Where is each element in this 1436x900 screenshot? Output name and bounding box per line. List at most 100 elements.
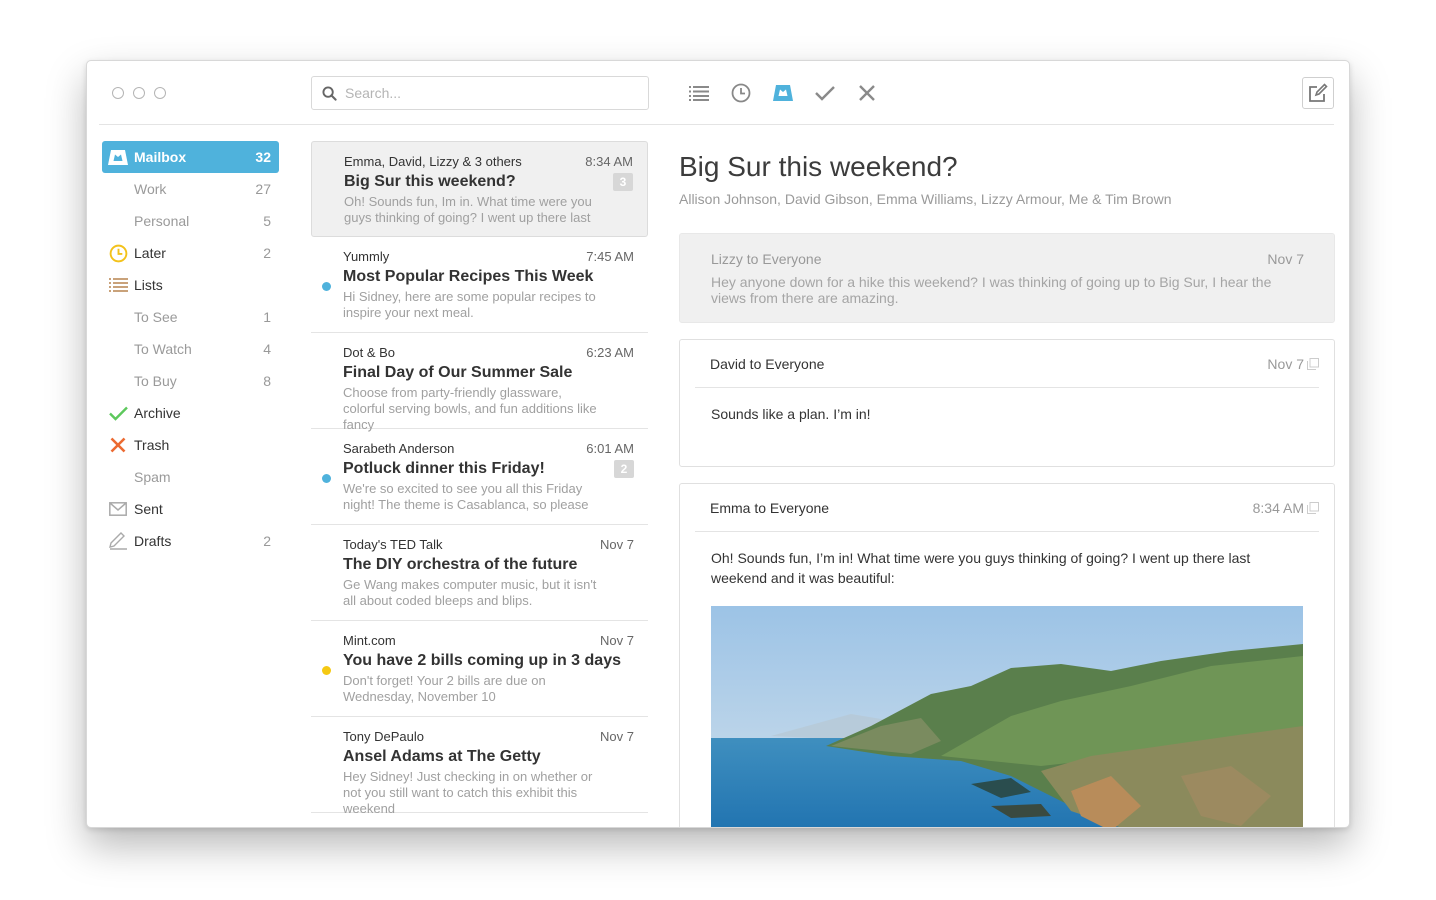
message-body: Hey anyone down for a hike this weekend?… xyxy=(711,274,1272,306)
sidebar-item-drafts[interactable]: Drafts 2 xyxy=(102,525,279,557)
sidebar-item-label: Mailbox xyxy=(134,149,187,165)
attachment-photo[interactable] xyxy=(711,606,1303,828)
thread-title: Big Sur this weekend? xyxy=(679,151,958,182)
compose-button[interactable] xyxy=(1302,77,1334,109)
message-sender: Emma to Everyone xyxy=(710,499,830,516)
sidebar-item-label: To Buy xyxy=(134,373,177,389)
search-icon xyxy=(322,85,337,101)
message-preview: Choose from party-friendly glassware, co… xyxy=(343,385,597,432)
sidebar-item-to-buy[interactable]: To Buy 8 xyxy=(102,365,279,397)
sidebar-item-lists[interactable]: Lists xyxy=(102,269,279,301)
mailbox-icon xyxy=(773,85,793,101)
sidebar-item-spam[interactable]: Spam xyxy=(102,461,279,493)
message-time: 8:34 AM xyxy=(585,154,633,169)
message-list-item[interactable]: Tony DePaulo Nov 7 Ansel Adams at The Gett… xyxy=(311,717,648,816)
message-subject: Potluck dinner this Friday! xyxy=(343,460,545,477)
message-body: Oh! Sounds fun, I’m in! What time were y… xyxy=(711,550,1251,586)
message-preview: Ge Wang makes computer music, but it isn… xyxy=(343,577,597,608)
message-list-item[interactable]: Dot & Bo 6:23 AM Final Day of Our Summer S… xyxy=(311,333,648,432)
check-icon xyxy=(815,86,835,101)
minimize-window-button[interactable] xyxy=(133,87,145,99)
sidebar-item-count: 2 xyxy=(263,533,271,549)
thread-participants: Allison Johnson, David Gibson, Emma Will… xyxy=(679,191,1172,207)
sidebar-item-to-watch[interactable]: To Watch 4 xyxy=(102,333,279,365)
message-date: Nov 7 xyxy=(1267,355,1304,372)
message-list-item[interactable]: Today's TED Talk Nov 7 The DIY orchestra o… xyxy=(311,525,648,621)
sidebar-item-mailbox[interactable]: Mailbox 32 xyxy=(102,141,279,173)
sidebar-item-count: 8 xyxy=(263,373,271,389)
archive-button[interactable] xyxy=(813,81,837,105)
search-field[interactable] xyxy=(311,76,649,110)
message-time: Nov 7 xyxy=(600,729,634,744)
thread-message-collapsed[interactable]: Lizzy to Everyone Nov 7 Hey anyone down … xyxy=(679,233,1335,323)
message-subject: Most Popular Recipes This Week xyxy=(343,268,594,285)
zoom-window-button[interactable] xyxy=(154,87,166,99)
sidebar-item-personal[interactable]: Personal 5 xyxy=(102,205,279,237)
later-button[interactable] xyxy=(729,81,753,105)
delete-button[interactable] xyxy=(855,81,879,105)
sidebar-item-label: Personal xyxy=(134,213,190,229)
check-icon xyxy=(108,403,128,423)
list-icon xyxy=(108,275,128,295)
message-sender: Today's TED Talk xyxy=(343,537,443,552)
thread-message: David to Everyone Nov 7 Sounds like a pl… xyxy=(679,339,1335,467)
sidebar-item-archive[interactable]: Archive xyxy=(102,397,279,429)
message-preview: Hey Sidney! Just checking in on whether … xyxy=(343,769,593,816)
sidebar-item-label: Sent xyxy=(134,501,163,517)
message-preview: We're so excited to see you all this Fri… xyxy=(343,481,589,512)
message-sender: Yummly xyxy=(343,249,390,264)
message-body: Sounds like a plan. I’m in! xyxy=(711,406,871,422)
message-list-item[interactable]: Mint.com Nov 7 You have 2 bills coming up … xyxy=(311,621,648,717)
reading-pane: Big Sur this weekend? Allison Johnson, D… xyxy=(679,141,1335,828)
sidebar-item-label: To Watch xyxy=(134,341,192,357)
compose-icon xyxy=(1309,83,1328,102)
header-divider xyxy=(99,124,1334,125)
clock-icon xyxy=(731,83,751,103)
expand-icon[interactable] xyxy=(1307,501,1319,514)
expand-icon[interactable] xyxy=(1307,357,1319,370)
sidebar-item-to-see[interactable]: To See 1 xyxy=(102,301,279,333)
message-list-item[interactable]: Sarabeth Anderson 6:01 AM Potluck dinner t… xyxy=(311,429,648,525)
mail-window: Mailbox 32 Work 27 Personal 5 Later 2 Li… xyxy=(86,60,1350,828)
list-button[interactable] xyxy=(687,81,711,105)
unread-dot-icon xyxy=(322,282,331,291)
message-list-item[interactable]: Emma, David, Lizzy & 3 others 8:34 AM Big … xyxy=(311,141,648,237)
sidebar-item-work[interactable]: Work 27 xyxy=(102,173,279,205)
message-time: 6:23 AM xyxy=(586,345,634,360)
toolbar xyxy=(687,81,879,105)
search-input[interactable] xyxy=(345,85,635,101)
message-list-item[interactable]: Yummly 7:45 AM Most Popular Recipes This W… xyxy=(311,237,648,333)
message-time: Nov 7 xyxy=(600,537,634,552)
sidebar-item-sent[interactable]: Sent xyxy=(102,493,279,525)
window-controls xyxy=(112,87,166,99)
message-date: Nov 7 xyxy=(1267,251,1304,267)
thread-message: Emma to Everyone 8:34 AM Oh! Sounds fun,… xyxy=(679,483,1335,828)
message-sender: Dot & Bo xyxy=(343,345,396,360)
sidebar-item-label: Lists xyxy=(134,277,163,293)
sidebar-item-label: To See xyxy=(134,309,178,325)
message-subject: Final Day of Our Summer Sale xyxy=(343,364,573,381)
message-subject: You have 2 bills coming up in 3 days xyxy=(343,652,621,669)
sidebar-item-label: Trash xyxy=(134,437,170,453)
message-sender: Mint.com xyxy=(343,633,396,648)
sidebar-item-later[interactable]: Later 2 xyxy=(102,237,279,269)
sidebar-item-trash[interactable]: Trash xyxy=(102,429,279,461)
clock-icon xyxy=(108,243,128,263)
thread-count-badge: 2 xyxy=(614,460,634,478)
mailbox-icon xyxy=(108,147,128,167)
sidebar-item-label: Work xyxy=(134,181,167,197)
message-time: Nov 7 xyxy=(600,633,634,648)
x-icon xyxy=(859,85,875,101)
sidebar-item-count: 4 xyxy=(263,341,271,357)
mailbox-button[interactable] xyxy=(771,81,795,105)
thread-count-badge: 3 xyxy=(613,173,633,191)
message-date: 8:34 AM xyxy=(1252,499,1304,516)
sidebar: Mailbox 32 Work 27 Personal 5 Later 2 Li… xyxy=(102,141,279,557)
message-time: 7:45 AM xyxy=(586,249,634,264)
unread-dot-icon xyxy=(322,474,331,483)
sidebar-item-count: 5 xyxy=(263,213,271,229)
close-window-button[interactable] xyxy=(112,87,124,99)
message-subject: Ansel Adams at The Getty xyxy=(343,748,541,765)
pencil-icon xyxy=(108,531,128,551)
message-list: Emma, David, Lizzy & 3 others 8:34 AM Big … xyxy=(311,141,648,816)
